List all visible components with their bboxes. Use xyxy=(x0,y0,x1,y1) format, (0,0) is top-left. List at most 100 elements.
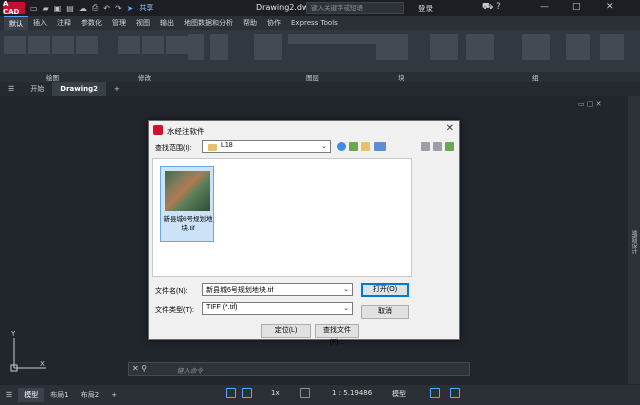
save-as-icon[interactable]: ▤ xyxy=(66,4,74,13)
panel-group-label[interactable]: 组 xyxy=(532,72,539,82)
file-item[interactable]: 新县城6号规划地块.tif xyxy=(160,166,214,242)
share-button[interactable]: 共享 xyxy=(139,3,153,13)
chevron-down-icon: ⌄ xyxy=(343,305,349,312)
file-tabs: ☰ 开始 Drawing2 + xyxy=(0,82,640,96)
cancel-button[interactable]: 取消 xyxy=(361,305,409,319)
scale-readout[interactable]: 1 : 5.19486 xyxy=(332,389,372,397)
panel-modify-label[interactable]: 修改 xyxy=(138,72,151,82)
find-file-button[interactable]: 查找文件(F)... xyxy=(315,324,359,346)
title-bar: A CAD ▭ ▰ ▣ ▤ ☁ ⎙ ↶ ↷ ➤ 共享 Drawing2.dwg … xyxy=(0,0,640,16)
dialog-logo-icon xyxy=(153,125,163,135)
properties-button[interactable] xyxy=(430,34,458,60)
dimension-tool-button[interactable] xyxy=(210,34,228,60)
new-file-icon[interactable]: ▭ xyxy=(30,4,38,13)
status-bar: ☰ 模型 布局1 布局2 + xyxy=(0,385,640,405)
app-logo[interactable]: A CAD xyxy=(3,0,25,16)
share-icon[interactable]: ➤ xyxy=(127,4,134,13)
undo-icon[interactable]: ↶ xyxy=(103,4,110,13)
open-button[interactable]: 打开(O) xyxy=(361,283,409,297)
command-line[interactable]: ✕ ⚲ 键入命令 xyxy=(128,362,470,376)
utilities-button[interactable] xyxy=(522,34,550,60)
print-icon[interactable]: ⎙ xyxy=(92,3,98,13)
cart-icon[interactable]: ⛟ xyxy=(482,2,493,13)
tab-help[interactable]: 帮助 xyxy=(238,16,262,30)
text-tool-button[interactable] xyxy=(188,34,204,60)
status-menu-icon[interactable]: ☰ xyxy=(0,388,18,402)
login-button[interactable]: 登录 xyxy=(418,3,433,14)
view-button[interactable] xyxy=(600,34,624,60)
circle-tool-button[interactable] xyxy=(52,36,74,54)
map-icon[interactable] xyxy=(445,142,454,151)
file-tab-start[interactable]: 开始 xyxy=(22,82,52,96)
preview-area xyxy=(416,158,458,277)
layer-dropdown[interactable] xyxy=(288,34,378,44)
panel-block-label[interactable]: 块 xyxy=(398,72,405,82)
group-button[interactable] xyxy=(466,34,494,60)
insert-block-button[interactable] xyxy=(376,34,408,60)
lookin-value: L18 xyxy=(221,142,233,149)
layout-tab-1[interactable]: 布局1 xyxy=(44,388,74,402)
maximize-icon[interactable]: □ xyxy=(572,2,581,12)
layer-properties-button[interactable] xyxy=(254,34,282,60)
polyline-tool-button[interactable] xyxy=(28,36,50,54)
model-toggle[interactable]: 模型 xyxy=(392,389,406,399)
file-tab-drawing2[interactable]: Drawing2 xyxy=(52,82,106,96)
tab-express-tools[interactable]: Express Tools xyxy=(286,16,343,30)
preview-icon[interactable] xyxy=(433,142,442,151)
up-folder-icon[interactable] xyxy=(349,142,358,151)
help-icon[interactable]: ? xyxy=(496,2,501,12)
view-menu-icon[interactable] xyxy=(374,142,386,151)
layout-tab-model[interactable]: 模型 xyxy=(18,388,45,402)
tab-parametric[interactable]: 参数化 xyxy=(76,16,107,30)
open-folder-icon[interactable]: ▰ xyxy=(43,4,49,13)
filetype-select[interactable]: TIFF (*.tif) ⌄ xyxy=(202,302,353,315)
workspace-icon[interactable] xyxy=(300,388,310,398)
filename-value: 新县城6号规划地块.tif xyxy=(206,287,274,294)
move-tool-button[interactable] xyxy=(118,36,140,54)
line-tool-button[interactable] xyxy=(4,36,26,54)
panel-layers-label[interactable]: 图层 xyxy=(306,72,319,82)
new-folder-icon[interactable] xyxy=(361,142,370,151)
cloud-icon[interactable]: ☁ xyxy=(79,4,87,13)
tab-annotate[interactable]: 注释 xyxy=(52,16,76,30)
menu-icon[interactable]: ☰ xyxy=(0,82,22,96)
clipboard-button[interactable] xyxy=(566,34,590,60)
tab-map-data[interactable]: 地图数据和分析 xyxy=(179,16,238,30)
tab-default[interactable]: 默认 xyxy=(4,16,28,30)
tab-insert[interactable]: 插入 xyxy=(28,16,52,30)
dialog-close-icon[interactable]: ✕ xyxy=(446,123,454,134)
file-list[interactable]: 新县城6号规划地块.tif xyxy=(152,158,412,277)
annotation-scale[interactable]: 1x xyxy=(271,389,280,397)
tab-output[interactable]: 输出 xyxy=(155,16,179,30)
close-icon[interactable]: ✕ xyxy=(606,2,614,12)
filename-label: 文件名(N): xyxy=(155,288,188,295)
tab-view[interactable]: 视图 xyxy=(131,16,155,30)
rotate-tool-button[interactable] xyxy=(142,36,164,54)
new-tab-icon[interactable]: + xyxy=(106,82,128,96)
zoom-preview-icon[interactable] xyxy=(421,142,430,151)
lookin-dropdown[interactable]: L18 ⌄ xyxy=(202,140,331,153)
arc-tool-button[interactable] xyxy=(76,36,98,54)
isolate-icon[interactable] xyxy=(430,388,440,398)
trim-tool-button[interactable] xyxy=(166,36,188,54)
command-input[interactable]: 键入命令 xyxy=(177,365,203,375)
tab-collaborate[interactable]: 协作 xyxy=(262,16,286,30)
settings-icon[interactable] xyxy=(450,388,460,398)
snap-icon[interactable] xyxy=(242,388,252,398)
filename-field[interactable]: 新县城6号规划地块.tif ⌄ xyxy=(202,283,353,296)
layout-tab-2[interactable]: 布局2 xyxy=(75,388,105,402)
viewport-controls[interactable]: ▭ ▢ ✕ xyxy=(578,100,602,108)
chevron-down-icon: ⌄ xyxy=(321,143,327,150)
tab-manage[interactable]: 管理 xyxy=(107,16,131,30)
redo-icon[interactable]: ↷ xyxy=(115,4,122,13)
folder-icon xyxy=(208,144,217,151)
command-close-icon[interactable]: ✕ ⚲ xyxy=(132,364,147,373)
save-icon[interactable]: ▣ xyxy=(54,4,62,13)
search-input[interactable]: 键入关键字或短语 xyxy=(306,2,404,14)
minimize-icon[interactable]: — xyxy=(540,2,549,12)
back-icon[interactable] xyxy=(337,142,346,151)
locate-button[interactable]: 定位(L) xyxy=(261,324,311,338)
add-layout-icon[interactable]: + xyxy=(105,388,123,402)
grid-icon[interactable] xyxy=(226,388,236,398)
panel-draw-label[interactable]: 绘图 xyxy=(46,72,59,82)
